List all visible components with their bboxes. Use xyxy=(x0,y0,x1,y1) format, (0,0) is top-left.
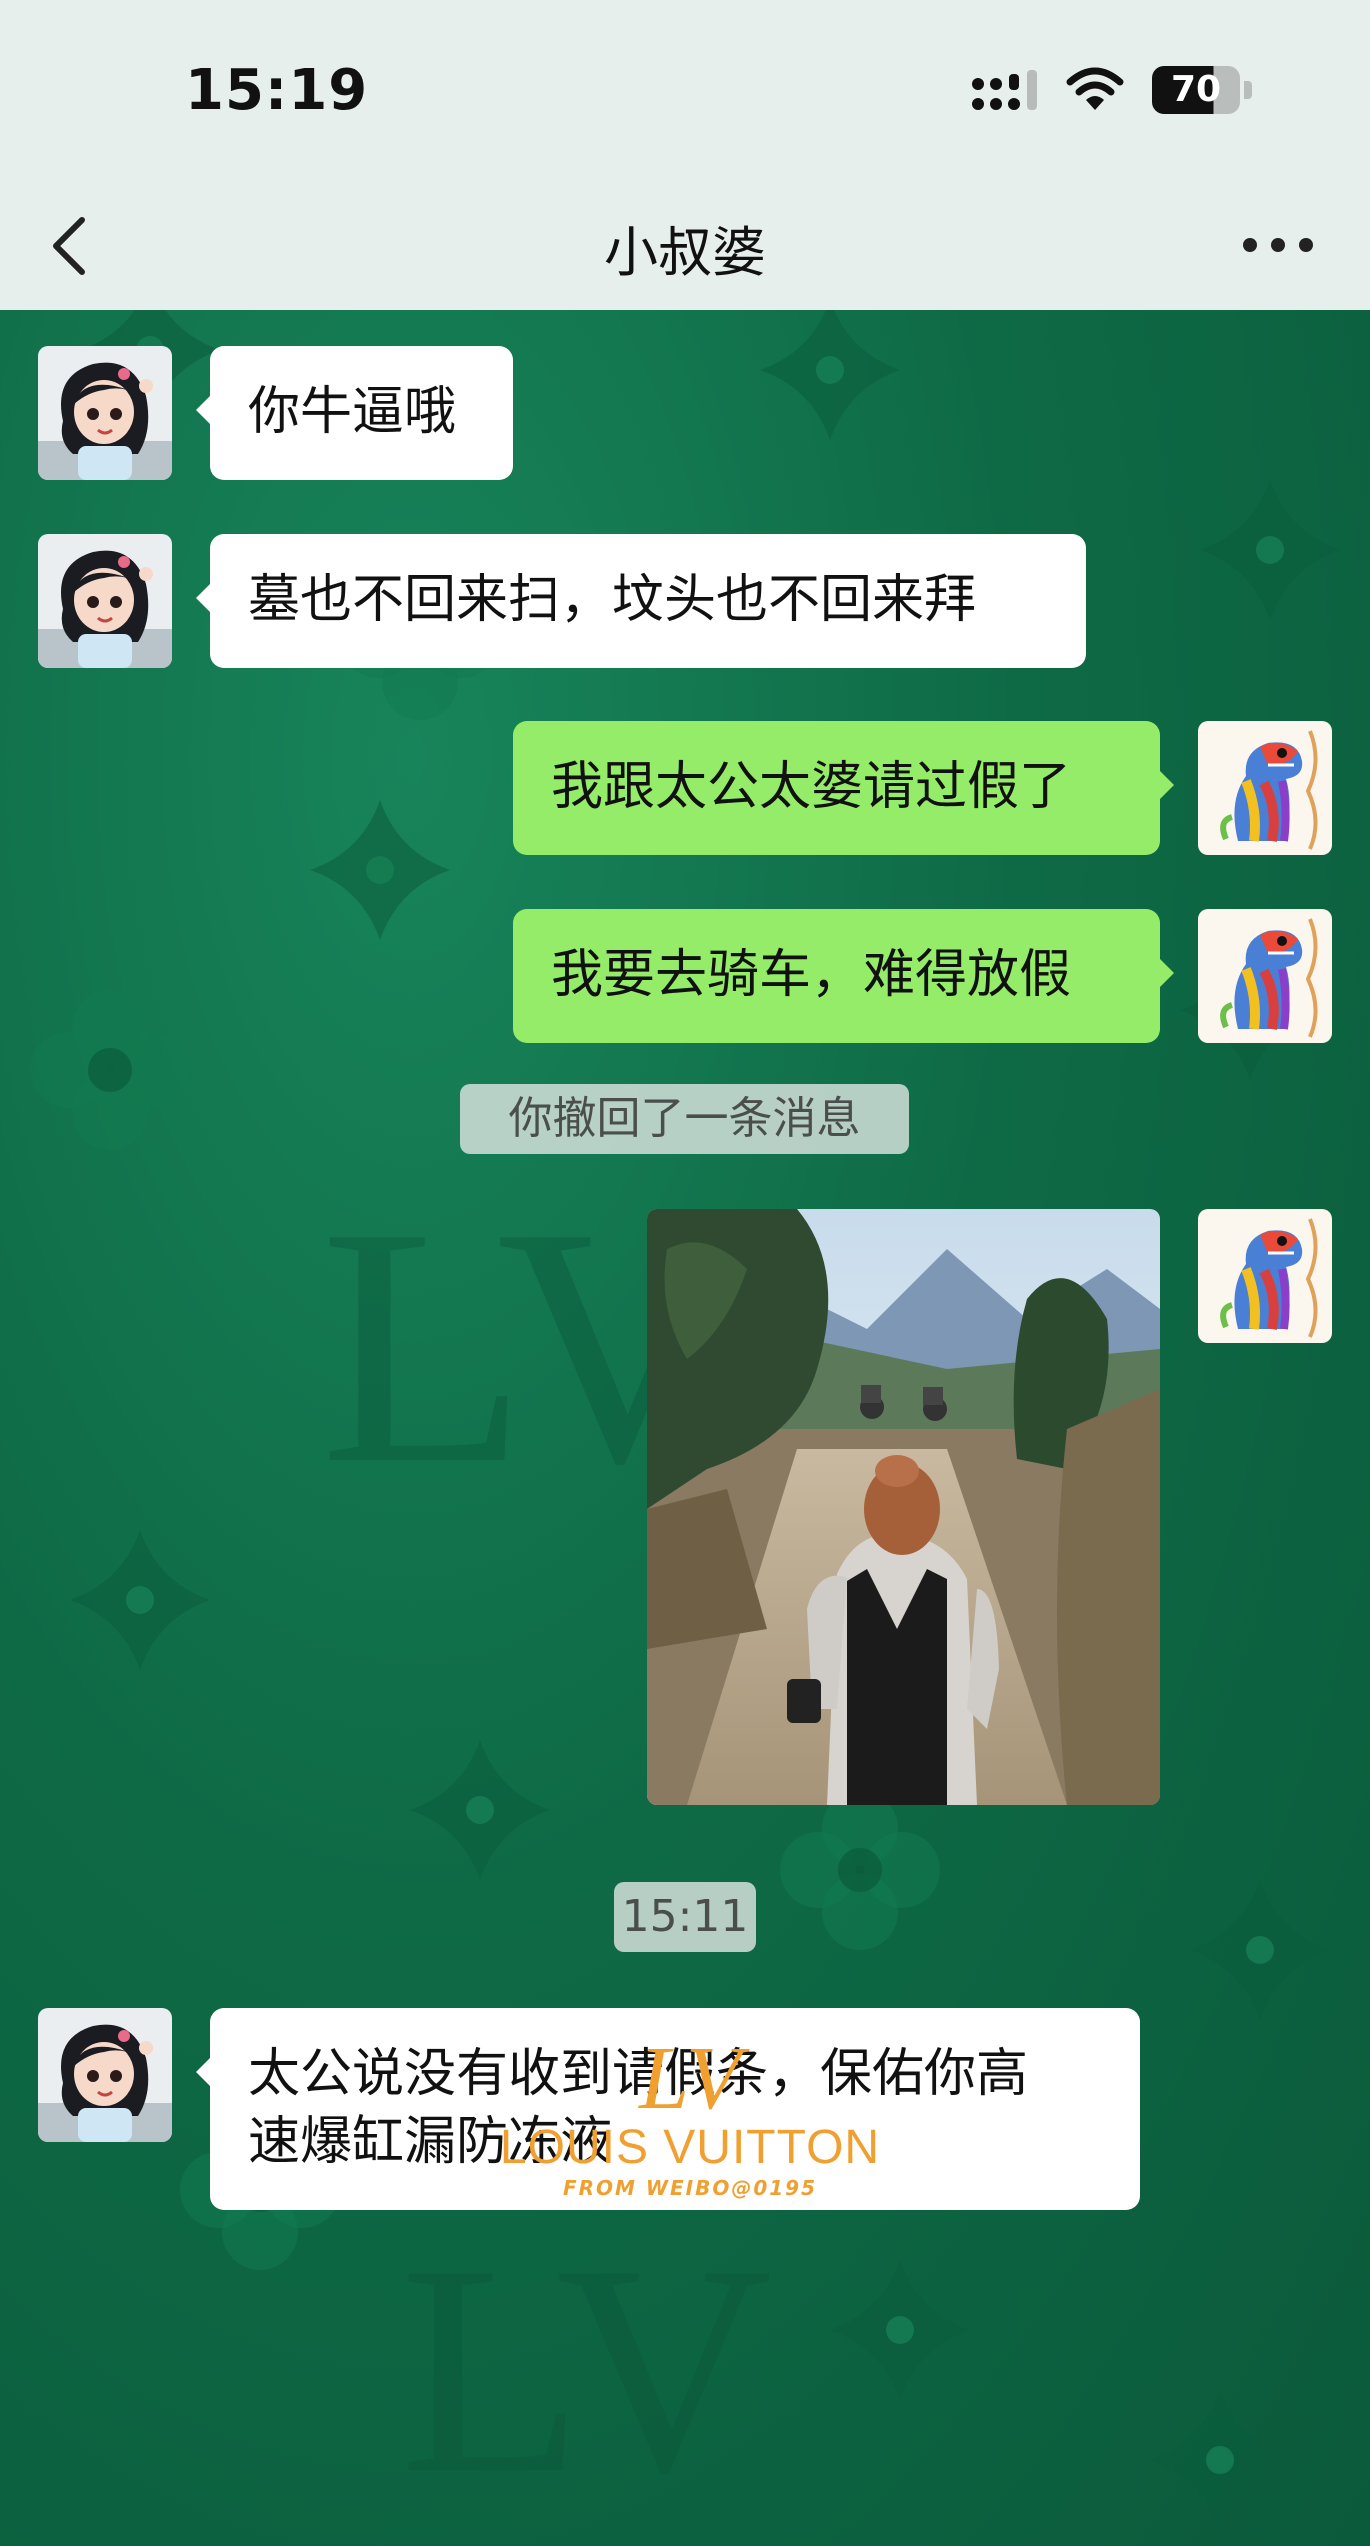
message-bubble-received[interactable]: 墓也不回来扫，坟头也不回来拜 xyxy=(196,534,1086,668)
status-bar: 15:19 70 xyxy=(0,0,1370,180)
chat-area[interactable]: LV LV 你牛逼哦 墓也不回来扫，坟头也不回来拜 我跟太公太婆请过假了 我要去… xyxy=(0,310,1370,2546)
message-text: 我要去骑车，难得放假 xyxy=(551,945,1072,1005)
contact-avatar[interactable] xyxy=(38,534,172,668)
more-dots-icon[interactable] xyxy=(1240,230,1316,260)
my-avatar[interactable] xyxy=(1198,1209,1332,1343)
contact-avatar[interactable] xyxy=(38,346,172,480)
battery-icon: 70 xyxy=(1152,66,1252,114)
svg-text:LV: LV xyxy=(400,2203,772,2535)
louis-vuitton-watermark: LV LOUIS VUITTON FROM WEIBO@0195 xyxy=(440,2020,940,2200)
message-bubble-received[interactable]: 你牛逼哦 xyxy=(196,346,513,480)
recall-notice: 你撤回了一条消息 xyxy=(460,1084,909,1154)
message-bubble-sent[interactable]: 我要去骑车，难得放假 xyxy=(513,909,1174,1043)
chat-title: 小叔婆 xyxy=(604,221,766,284)
image-message[interactable] xyxy=(647,1209,1160,1805)
battery-level: 70 xyxy=(1170,69,1222,110)
watermark-brand: LOUIS VUITTON xyxy=(499,2121,881,2174)
message-bubble-sent[interactable]: 我跟太公太婆请过假了 xyxy=(513,721,1174,855)
message-text: 墓也不回来扫，坟头也不回来拜 xyxy=(248,570,977,630)
watermark-credit: FROM WEIBO@0195 xyxy=(562,2176,817,2200)
svg-text:LV: LV xyxy=(637,2029,750,2120)
contact-avatar[interactable] xyxy=(38,2008,172,2142)
wifi-icon xyxy=(1066,67,1124,110)
chat-header: 小叔婆 xyxy=(0,180,1370,310)
lv-logo-icon: LV xyxy=(637,2029,750,2120)
timestamp: 15:11 xyxy=(614,1882,756,1952)
status-time: 15:19 xyxy=(185,58,369,123)
message-text: 你牛逼哦 xyxy=(248,382,457,442)
hiking-photo xyxy=(647,1209,1160,1805)
signal-icon xyxy=(972,70,1037,110)
my-avatar[interactable] xyxy=(1198,721,1332,855)
my-avatar[interactable] xyxy=(1198,909,1332,1043)
message-text: 我跟太公太婆请过假了 xyxy=(551,757,1072,817)
